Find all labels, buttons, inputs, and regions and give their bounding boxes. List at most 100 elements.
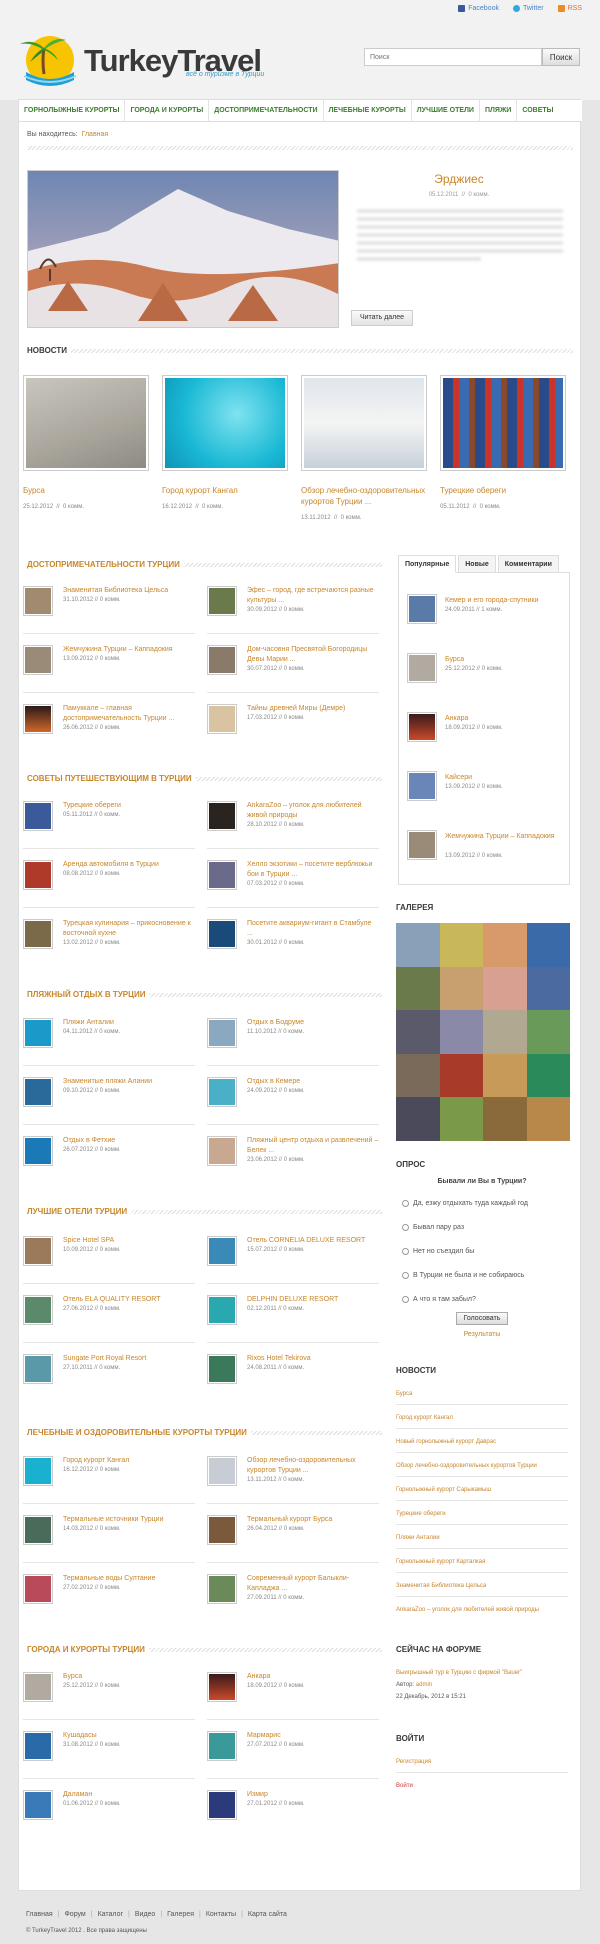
gallery-photo[interactable] — [439, 1053, 483, 1098]
side-news-link[interactable]: Знаменитая Библиотека Цельса — [396, 1582, 568, 1591]
search-button[interactable]: Поиск — [542, 48, 580, 66]
list-item[interactable]: Эфес – город, где встречаются разные кул… — [207, 586, 375, 636]
footer-link-gallery[interactable]: Галерея — [167, 1911, 194, 1918]
side-news-link[interactable]: Турецкие обереги — [396, 1510, 568, 1519]
radio-button[interactable] — [402, 1200, 409, 1207]
gallery-photo[interactable] — [526, 1010, 570, 1054]
list-item[interactable]: Термальные воды Султание 27.02.2012 // 0 … — [23, 1574, 191, 1624]
radio-button[interactable] — [402, 1248, 409, 1255]
popular-item[interactable]: Жемчужина Турции – Каппадокия 13.09.2012 … — [407, 830, 567, 870]
tab-comments[interactable]: Комментарии — [497, 555, 559, 573]
register-link[interactable]: Регистрация — [396, 1758, 568, 1767]
login-link[interactable]: Войти — [396, 1782, 568, 1791]
radio-button[interactable] — [402, 1272, 409, 1279]
gallery-photo[interactable] — [396, 966, 440, 1011]
list-item[interactable]: Мармарис 27.07.2012 // 0 комм. — [207, 1731, 375, 1781]
footer-link-forum[interactable]: Форум — [64, 1911, 85, 1918]
gallery-photo[interactable] — [483, 966, 527, 1011]
footer-link-home[interactable]: Главная — [26, 1911, 53, 1918]
side-news-link[interactable]: Горнолыжный курорт Карталкая — [396, 1558, 568, 1567]
list-item[interactable]: Spice Hotel SPA 10.09.2012 // 0 комм. — [23, 1236, 191, 1286]
list-item[interactable]: Современный курорт Балыкли-Капладжа ... 2… — [207, 1574, 375, 1624]
list-item[interactable]: Отель CORNELIA DELUXE RESORT 15.07.2012 /… — [207, 1236, 375, 1286]
gallery-photo[interactable] — [483, 923, 527, 967]
popular-item[interactable]: Кайсери 13.09.2012 // 0 комм. — [407, 771, 567, 811]
search-input[interactable] — [364, 48, 542, 66]
forum-author-link[interactable]: admin — [416, 1682, 432, 1688]
popular-item[interactable]: Кемер и его города-спутники 24.09.2011 //… — [407, 594, 567, 634]
gallery-photo[interactable] — [483, 1010, 527, 1054]
gallery-photo[interactable] — [526, 1097, 570, 1141]
footer-link-contacts[interactable]: Контакты — [206, 1911, 236, 1918]
poll-results-link[interactable]: Результаты — [396, 1331, 568, 1338]
side-news-link[interactable]: Бурса — [396, 1390, 568, 1399]
forum-topic-link[interactable]: Выигрышный тур в Турцию с фирмой "Bauer" — [396, 1669, 568, 1678]
facebook-link[interactable]: Facebook — [458, 5, 499, 12]
list-item[interactable]: Пляжный центр отдыха и развлечений – Бел… — [207, 1136, 378, 1186]
vote-button[interactable]: Голосовать — [456, 1312, 508, 1325]
gallery-photo[interactable] — [396, 923, 440, 967]
side-news-link[interactable]: Пляжи Анталии — [396, 1534, 568, 1543]
list-item[interactable]: Измир 27.01.2012 // 0 комм. — [207, 1790, 375, 1840]
list-item[interactable]: Даламан 01.06.2012 // 0 комм. — [23, 1790, 191, 1840]
news-card[interactable]: Бурса 25.12.2012 // 0 комм. — [23, 375, 151, 510]
nav-item-cities[interactable]: ГОРОДА И КУРОРТЫ — [125, 100, 210, 122]
poll-option[interactable]: В Турции не была и не собираюсь — [402, 1272, 524, 1279]
list-item[interactable]: Кушадасы 31.08.2012 // 0 комм. — [23, 1731, 191, 1781]
gallery-photo[interactable] — [396, 1053, 440, 1098]
gallery-photo[interactable] — [526, 1053, 570, 1098]
list-item[interactable]: Знаменитые пляжи Алании 09.10.2012 // 0 к… — [23, 1077, 191, 1127]
nav-item-health[interactable]: ЛЕЧЕБНЫЕ КУРОРТЫ — [324, 100, 412, 122]
list-item[interactable]: Турецкая кулинария – прикосновение к вос… — [23, 919, 191, 969]
list-item[interactable]: AnkaraZoo – уголок для любителей живой п… — [207, 801, 375, 851]
footer-link-catalog[interactable]: Каталог — [98, 1911, 123, 1918]
nav-item-sights[interactable]: ДОСТОПРИМЕЧАТЕЛЬНОСТИ — [209, 100, 324, 122]
list-item[interactable]: Отдых в Кемере 24.09.2012 // 0 комм. — [207, 1077, 375, 1127]
tab-popular[interactable]: Популярные — [398, 555, 457, 573]
list-item[interactable]: Бурса 25.12.2012 // 0 комм. — [23, 1672, 191, 1722]
gallery-photo[interactable] — [483, 1053, 527, 1098]
popular-item[interactable]: Бурса 25.12.2012 // 0 комм. — [407, 653, 567, 693]
gallery-photo[interactable] — [526, 966, 570, 1011]
list-item[interactable]: Отель ELA QUALITY RESORT 27.06.2012 // 0 … — [23, 1295, 191, 1345]
list-item[interactable]: Пляжи Анталии 04.11.2012 // 0 комм. — [23, 1018, 191, 1068]
list-item[interactable]: Sungate Port Royal Resort 27.10.2011 // 0… — [23, 1354, 191, 1404]
twitter-link[interactable]: Twitter — [512, 5, 544, 12]
gallery-photo[interactable] — [526, 923, 570, 967]
list-item[interactable]: Знаменитая Библиотека Цельса 31.10.2012 /… — [23, 586, 191, 636]
nav-item-ski[interactable]: ГОРНОЛЫЖНЫЕ КУРОРТЫ — [19, 100, 126, 122]
read-more-button[interactable]: Читать далее — [351, 310, 413, 326]
gallery-photo[interactable] — [483, 1097, 527, 1141]
nav-item-hotels[interactable]: ЛУЧШИЕ ОТЕЛИ — [412, 100, 480, 122]
nav-item-beaches[interactable]: ПЛЯЖИ — [480, 100, 518, 122]
footer-link-sitemap[interactable]: Карта сайта — [248, 1911, 287, 1918]
list-item[interactable]: Дом-часовня Пресвятой Богородицы Девы Ма… — [207, 645, 375, 695]
list-item[interactable]: Термальный курорт Бурса 26.04.2012 // 0 к… — [207, 1515, 375, 1565]
poll-option[interactable]: А что я там забыл? — [402, 1296, 476, 1303]
site-logo[interactable]: TurkeyTravel — [14, 30, 262, 92]
gallery-photo[interactable] — [396, 1010, 440, 1054]
list-item[interactable]: Посетите аквариум-гигант в Стамбуле ... 3… — [207, 919, 375, 969]
list-item[interactable]: Тайны древней Миры (Демре) 17.03.2012 // … — [207, 704, 375, 754]
side-news-link[interactable]: Город курорт Кангал — [396, 1414, 568, 1423]
gallery-photo[interactable] — [439, 966, 483, 1011]
nav-item-tips[interactable]: СОВЕТЫ — [517, 100, 558, 122]
side-news-link[interactable]: AnkaraZoo – уголок для любителей живой п… — [396, 1606, 568, 1615]
poll-option[interactable]: Бывал пару раз — [402, 1224, 464, 1231]
featured-title[interactable]: Эрджиес — [349, 172, 569, 186]
side-news-link[interactable]: Обзор лечебно-оздоровительных курортов Т… — [396, 1462, 568, 1471]
list-item[interactable]: Rixos Hotel Tekirova 24.08.2011 // 0 комм… — [207, 1354, 375, 1404]
gallery-photo[interactable] — [439, 923, 483, 967]
list-item[interactable]: Жемчужина Турции – Каппадокия 13.09.2012 … — [23, 645, 191, 695]
list-item[interactable]: Турецкие обереги 05.11.2012 // 0 комм. — [23, 801, 191, 851]
radio-button[interactable] — [402, 1224, 409, 1231]
gallery-photo[interactable] — [439, 1097, 483, 1141]
breadcrumb-home-link[interactable]: Главная — [82, 131, 109, 138]
list-item[interactable]: DELPHIN DELUXE RESORT 02.12.2011 // 0 ком… — [207, 1295, 375, 1345]
popular-item[interactable]: Анкара 18.09.2012 // 0 комм. — [407, 712, 567, 752]
gallery-photo[interactable] — [396, 1097, 440, 1141]
rss-link[interactable]: RSS — [557, 5, 582, 12]
side-news-link[interactable]: Новый горнолыжный курорт Даврас — [396, 1438, 568, 1447]
poll-option[interactable]: Да, езжу отдыхать туда каждый год — [402, 1200, 528, 1207]
list-item[interactable]: Аренда автомобиля в Турции 08.08.2012 // … — [23, 860, 191, 910]
